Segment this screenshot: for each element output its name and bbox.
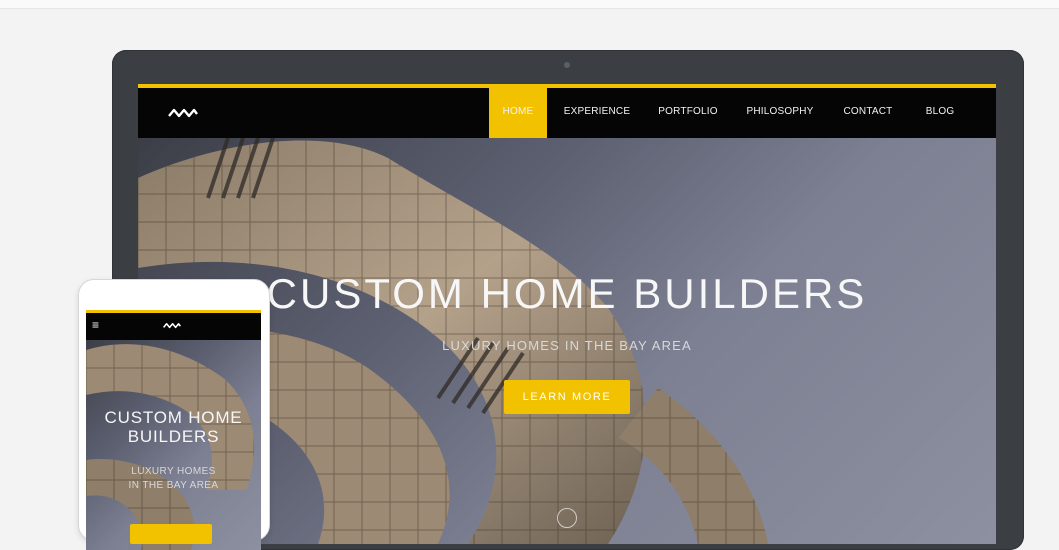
- nav-experience[interactable]: EXPERIENCE: [559, 88, 635, 138]
- hamburger-icon[interactable]: ≡: [92, 318, 99, 332]
- mobile-hero-subtitle: LUXURY HOMES IN THE BAY AREA: [86, 465, 261, 493]
- waves-logo-icon[interactable]: [168, 102, 198, 122]
- page-top-strip: [0, 0, 1059, 9]
- mobile-hero-title-line1: CUSTOM HOME: [104, 408, 243, 427]
- mobile-phone: ≡ CUSTOM HOME BUILDERS LUXURY HOMES IN T…: [78, 279, 270, 550]
- learn-more-button[interactable]: LEARN MORE: [504, 380, 630, 414]
- mobile-learn-more-button[interactable]: [130, 524, 212, 544]
- mobile-screen: ≡ CUSTOM HOME BUILDERS LUXURY HOMES IN T…: [86, 310, 261, 550]
- nav-blog[interactable]: BLOG: [918, 88, 962, 138]
- nav-philosophy[interactable]: PHILOSOPHY: [742, 88, 818, 138]
- nav-home[interactable]: HOME: [489, 88, 547, 138]
- chevron-down-circle-icon[interactable]: [557, 508, 577, 528]
- waves-logo-icon[interactable]: [163, 319, 181, 331]
- desktop-navbar: HOME EXPERIENCE PORTFOLIO PHILOSOPHY CON…: [138, 88, 996, 138]
- webcam-dot: [564, 62, 570, 68]
- mobile-navbar: ≡: [86, 313, 261, 340]
- mobile-hero-subtitle-line1: LUXURY HOMES: [131, 466, 216, 477]
- mobile-hero-section: CUSTOM HOME BUILDERS LUXURY HOMES IN THE…: [86, 340, 261, 550]
- mobile-hero-title: CUSTOM HOME BUILDERS: [86, 408, 261, 446]
- nav-portfolio[interactable]: PORTFOLIO: [653, 88, 723, 138]
- mobile-hero-title-line2: BUILDERS: [127, 427, 220, 446]
- mobile-hero-subtitle-line2: IN THE BAY AREA: [128, 480, 219, 491]
- nav-contact[interactable]: CONTACT: [838, 88, 898, 138]
